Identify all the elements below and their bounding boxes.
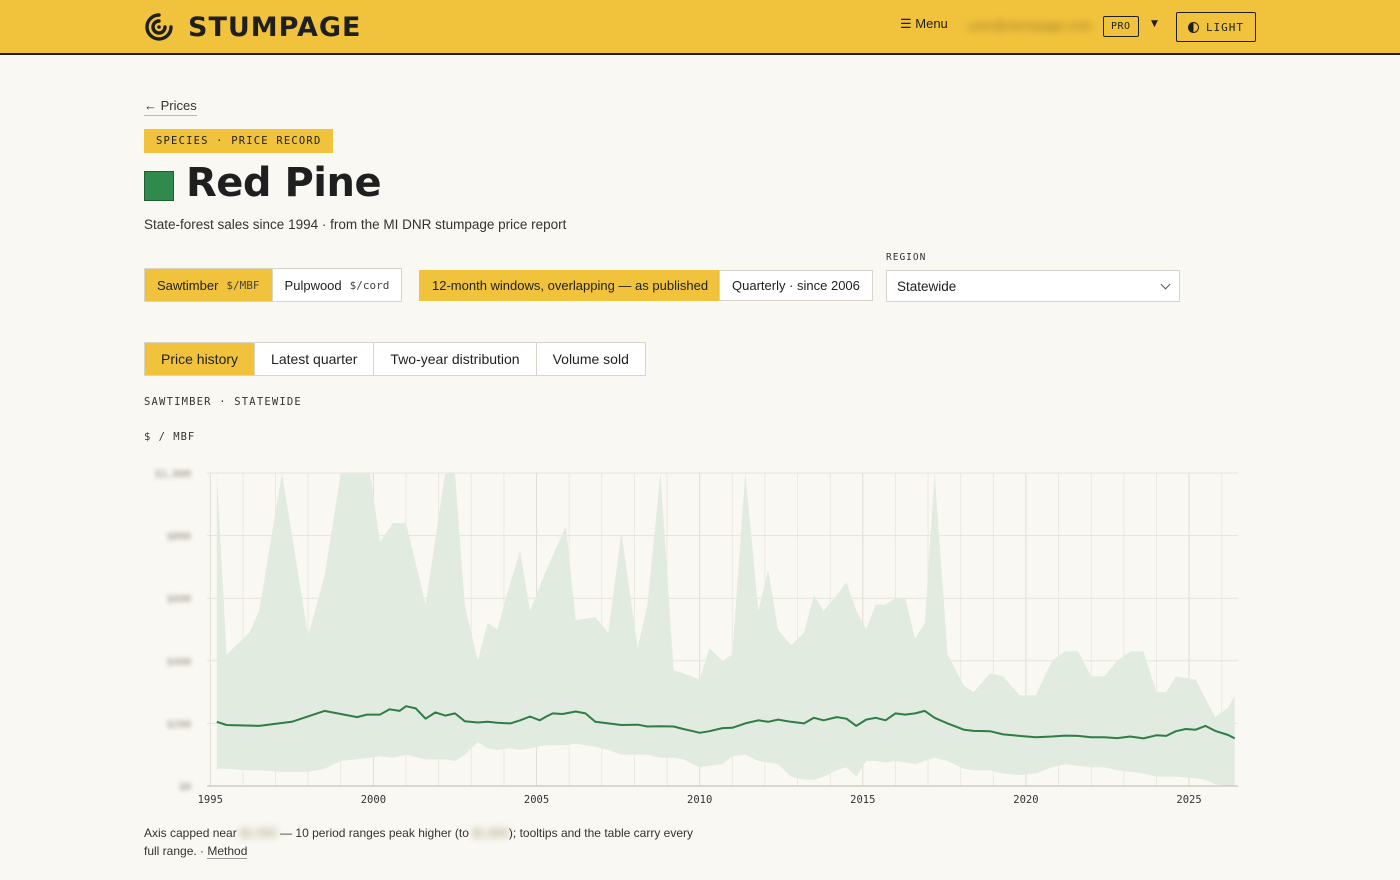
- tab-volume-sold[interactable]: Volume sold: [537, 343, 645, 375]
- y-axis-unit-label: $ / MBF: [144, 431, 196, 443]
- menu-button[interactable]: ☰ Menu: [900, 16, 948, 32]
- note-text: — 10 period ranges peak higher (to: [276, 826, 473, 840]
- y-tick-label: $400: [167, 657, 191, 668]
- contrast-icon: [1187, 21, 1199, 33]
- view-tabs: Price history Latest quarter Two-year di…: [144, 342, 646, 376]
- y-tick-label: $1,000: [155, 469, 191, 480]
- region-value: Statewide: [897, 278, 957, 294]
- axis-cap-note: Axis capped near $1,000 — 10 period rang…: [144, 824, 704, 860]
- product-option-label: Sawtimber: [157, 277, 219, 293]
- y-tick-label: $600: [167, 594, 191, 605]
- window-option-12-month[interactable]: 12-month windows, overlapping — as publi…: [419, 270, 722, 301]
- account-email[interactable]: user@stumpage.com: [968, 18, 1092, 33]
- x-tick-label: 2000: [361, 794, 386, 806]
- top-bar: STUMPAGE ☰ Menu user@stumpage.com PRO ▼ …: [0, 0, 1400, 55]
- product-option-unit: $/cord: [349, 278, 390, 292]
- region-select[interactable]: Statewide: [886, 270, 1180, 302]
- x-tick-label: 2025: [1176, 794, 1201, 806]
- note-text: Axis capped near: [144, 826, 241, 840]
- page-kicker: SPECIES · PRICE RECORD: [144, 129, 334, 153]
- species-color-swatch: [144, 171, 174, 201]
- product-option-label: Pulpwood: [284, 277, 342, 293]
- menu-label: ☰ Menu: [900, 16, 948, 31]
- x-tick-label: 2015: [850, 794, 875, 806]
- product-option-sawtimber[interactable]: Sawtimber $/MBF: [145, 269, 273, 301]
- note-cap-value: $1,000: [240, 826, 277, 840]
- product-option-pulpwood[interactable]: Pulpwood $/cord: [273, 269, 402, 301]
- tab-latest-quarter[interactable]: Latest quarter: [255, 343, 375, 375]
- y-tick-label: $200: [167, 719, 191, 730]
- method-link[interactable]: Method: [207, 844, 248, 859]
- y-tick-label: $800: [167, 532, 191, 543]
- x-tick-label: 1995: [198, 794, 223, 806]
- back-to-prices-link[interactable]: ← Prices: [144, 98, 197, 116]
- window-option-quarterly[interactable]: Quarterly · since 2006: [719, 270, 873, 301]
- plan-badge: PRO: [1103, 16, 1139, 37]
- x-tick-label: 2010: [687, 794, 712, 806]
- product-option-unit: $/MBF: [226, 278, 260, 292]
- price-history-chart[interactable]: $0 $200 $400 $600 $800 $1,000 1995 2000 2005 2010…: [140, 455, 1250, 810]
- brand-name: STUMPAGE: [188, 11, 362, 43]
- theme-label: LIGHT: [1205, 20, 1245, 34]
- logo-spiral-icon: [145, 13, 173, 41]
- series-label: SAWTIMBER · STATEWIDE: [144, 396, 302, 408]
- product-toggle: Sawtimber $/MBF Pulpwood $/cord: [144, 268, 403, 302]
- y-tick-label: $0: [179, 782, 191, 793]
- tab-price-history[interactable]: Price history: [145, 343, 256, 375]
- price-range-band: [216, 473, 1235, 786]
- region-label: REGION: [886, 252, 927, 263]
- account-dropdown-icon[interactable]: ▼: [1151, 19, 1158, 29]
- x-tick-label: 2005: [524, 794, 549, 806]
- tab-two-year-distribution[interactable]: Two-year distribution: [374, 343, 537, 375]
- theme-toggle-button[interactable]: LIGHT: [1176, 12, 1256, 42]
- x-tick-label: 2020: [1013, 794, 1038, 806]
- chevron-down-icon: [1160, 279, 1171, 289]
- page-subtitle: State-forest sales since 1994 · from the…: [144, 217, 567, 232]
- page-title: Red Pine: [186, 160, 382, 206]
- note-peak-value: $1,800: [472, 826, 509, 840]
- brand-logo[interactable]: STUMPAGE: [144, 11, 362, 43]
